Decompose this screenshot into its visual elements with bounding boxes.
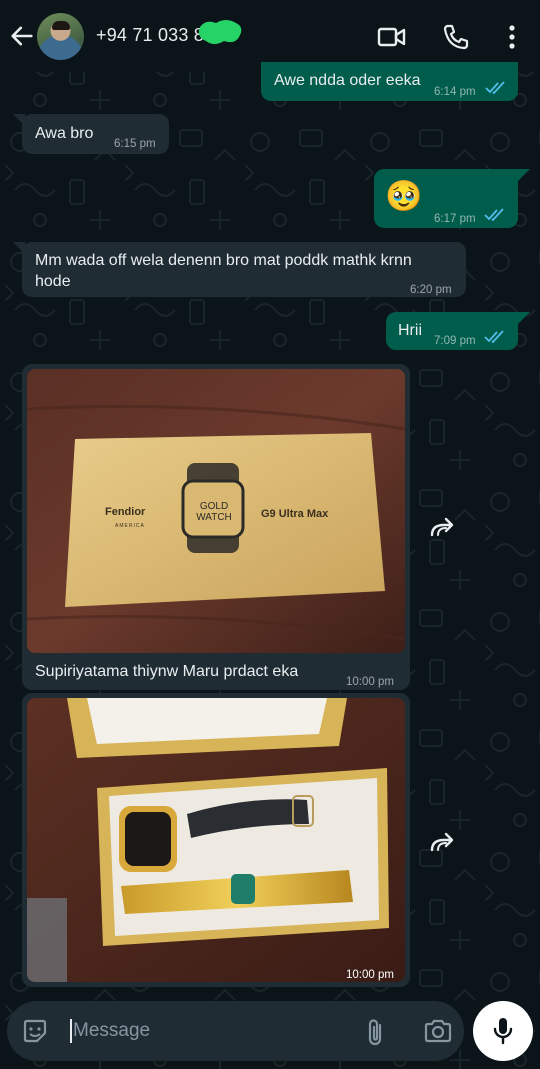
forward-icon[interactable] [422, 507, 462, 547]
message-time: 6:15 pm [114, 138, 156, 150]
redaction-mark [198, 20, 242, 44]
message-time: 7:09 pm [434, 335, 476, 347]
bubble-tail [13, 114, 25, 126]
outgoing-message[interactable]: Awe ndda oder eeka 6:14 pm [261, 62, 518, 101]
microphone-icon [493, 1018, 513, 1045]
microphone-button[interactable] [473, 1001, 533, 1061]
box-brand-sub-label: AMERICA [115, 523, 145, 529]
message-time: 10:00 pm [346, 969, 394, 981]
read-ticks-icon [484, 208, 504, 222]
message-text: Hrii [398, 322, 422, 339]
read-ticks-icon [485, 81, 505, 95]
bubble-tail [518, 312, 530, 324]
emoji-text: 🥹 [385, 180, 423, 213]
watch-set-image [27, 698, 405, 982]
watch-set-photo[interactable] [27, 698, 405, 982]
message-time: 10:00 pm [346, 676, 394, 688]
forward-icon[interactable] [422, 822, 462, 862]
message-text: Mm wada off wela denenn bro mat poddk ma… [35, 252, 412, 290]
message-time: 6:14 pm [434, 86, 476, 98]
box-model-label: G9 Ultra Max [261, 508, 329, 520]
text-cursor [70, 1019, 72, 1043]
incoming-image-message[interactable]: Fendior AMERICA GOLD WATCH G9 Ultra Max … [22, 364, 410, 690]
read-ticks-icon [484, 330, 504, 344]
video-call-icon[interactable] [377, 22, 407, 52]
image-caption: Supiriyatama thiynw Maru prdact eka [35, 663, 299, 680]
incoming-message[interactable]: Awa bro 6:15 pm [22, 114, 169, 154]
incoming-image-message[interactable]: 10:00 pm [22, 693, 410, 987]
message-time: 6:17 pm [434, 213, 476, 225]
box-center-label: GOLD WATCH [196, 501, 232, 523]
message-text: Awe ndda oder eeka [274, 72, 421, 89]
bubble-tail [518, 169, 530, 181]
arrow-left-icon[interactable] [8, 22, 36, 50]
incoming-message[interactable]: Mm wada off wela denenn bro mat poddk ma… [22, 242, 466, 297]
outgoing-message[interactable]: Hrii 7:09 pm [386, 312, 518, 350]
message-text: Awa bro [35, 125, 94, 142]
sticker-icon[interactable] [21, 1017, 49, 1045]
phone-icon[interactable] [441, 22, 471, 52]
bubble-tail [13, 242, 25, 254]
outgoing-emoji-message[interactable]: 🥹 6:17 pm [374, 169, 518, 228]
message-input[interactable]: Message [73, 1020, 150, 1042]
message-input-bar: Message [7, 1001, 464, 1061]
more-vertical-icon[interactable] [497, 22, 527, 52]
watch-box-photo[interactable]: Fendior AMERICA GOLD WATCH G9 Ultra Max [27, 369, 405, 653]
message-time: 6:20 pm [410, 284, 452, 296]
camera-icon[interactable] [423, 1018, 453, 1044]
paperclip-icon[interactable] [363, 1017, 389, 1047]
contact-avatar[interactable] [37, 13, 84, 60]
